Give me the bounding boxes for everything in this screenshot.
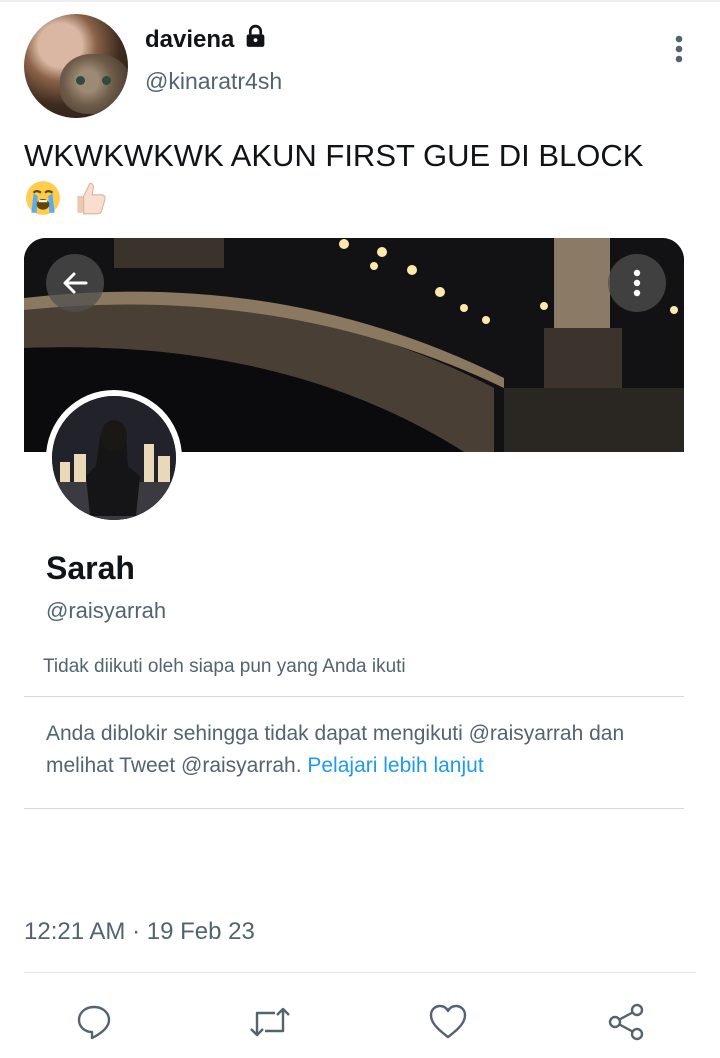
share-button[interactable]: [604, 1000, 648, 1044]
like-icon: [429, 1004, 467, 1039]
loudly-crying-face-icon: [26, 180, 60, 215]
profile-handle: @raisyarrah: [46, 598, 167, 623]
lock-icon: [246, 24, 265, 47]
learn-more-link[interactable]: Pelajari lebih lanjut: [307, 754, 483, 777]
share-icon: [608, 1003, 644, 1041]
card-divider: [24, 696, 684, 697]
thumbs-up-icon: [76, 182, 106, 215]
retweet-icon: [250, 1007, 290, 1037]
avatar-cat: [60, 54, 128, 114]
profile-more-button[interactable]: [608, 254, 666, 312]
cat-eye: [76, 76, 85, 85]
reply-button[interactable]: [72, 1000, 116, 1044]
followers-you-know-note: Tidak diikuti oleh siapa pun yang Anda i…: [43, 656, 406, 677]
cat-eye: [102, 76, 111, 85]
author-handle[interactable]: @kinaratr4sh: [145, 68, 282, 95]
tweet-body: WKWKWKWK AKUN FIRST GUE DI BLOCK: [24, 138, 644, 173]
profile-name: Sarah: [46, 550, 135, 586]
tweet-timestamp[interactable]: 12:21 AM · 19 Feb 23: [24, 918, 255, 946]
back-button[interactable]: [46, 254, 104, 312]
top-divider: [0, 0, 720, 2]
more-options-icon[interactable]: [668, 34, 690, 64]
profile-card[interactable]: Sarah @raisyarrah Tidak diikuti oleh sia…: [24, 238, 684, 810]
tweet-text: WKWKWKWK AKUN FIRST GUE DI BLOCK: [24, 136, 704, 217]
like-button[interactable]: [426, 1000, 470, 1044]
profile-avatar[interactable]: [46, 390, 182, 526]
arrow-left-icon: [63, 272, 88, 294]
action-bar-divider: [24, 972, 696, 973]
retweet-button[interactable]: [248, 1000, 292, 1044]
reply-icon: [77, 1005, 111, 1040]
more-vertical-icon: [633, 269, 641, 297]
author-display-name[interactable]: daviena: [145, 26, 234, 54]
blocked-message: Anda diblokir sehingga tidak dapat mengi…: [46, 718, 666, 782]
card-bottom-divider: [24, 808, 684, 809]
author-avatar[interactable]: [24, 14, 128, 118]
profile-photo: [52, 396, 176, 520]
